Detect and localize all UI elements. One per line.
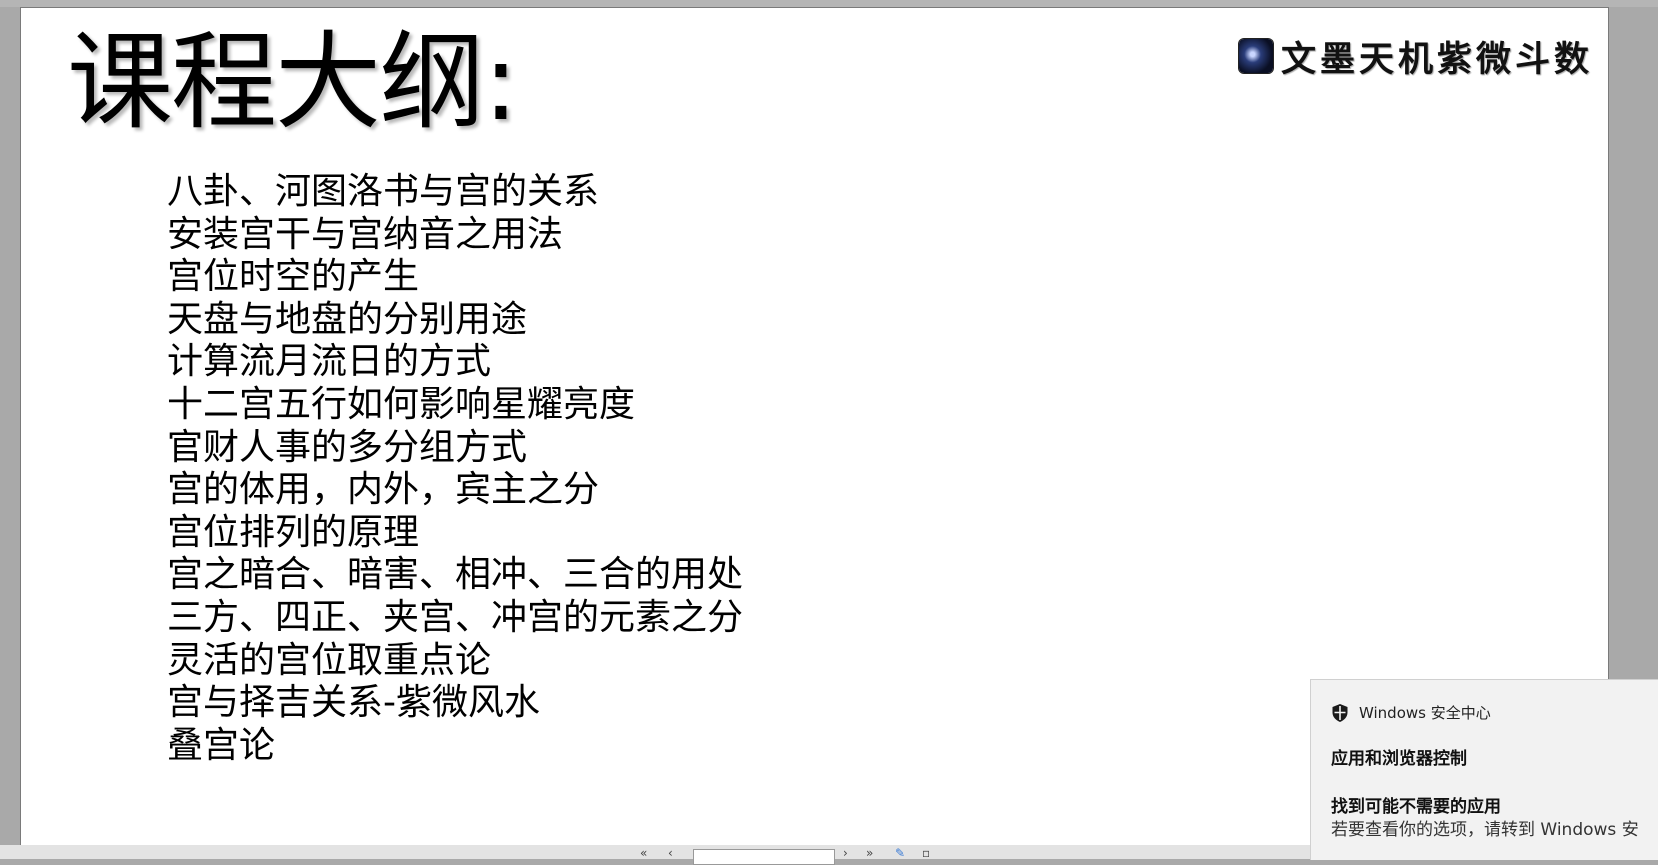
- windows-security-notification[interactable]: Windows 安全中心 应用和浏览器控制 找到可能不需要的应用 若要查看你的选…: [1310, 679, 1658, 860]
- outline-item: 安装宫干与宫纳音之用法: [167, 213, 564, 255]
- edit-icon[interactable]: ✎: [895, 846, 905, 860]
- outline-item: 三方、四正、夹宫、冲宫的元素之分: [167, 596, 744, 638]
- outline-item: 宫与择吉关系-紫微风水: [167, 682, 540, 724]
- outline-item: 天盘与地盘的分别用途: [167, 298, 528, 340]
- outline-item: 叠宫论: [167, 724, 276, 766]
- brand-logo: 文墨天机紫微斗数: [1239, 36, 1593, 80]
- first-page-icon[interactable]: «: [640, 846, 647, 860]
- document-icon[interactable]: ▫: [922, 846, 930, 860]
- notification-heading: 应用和浏览器控制: [1331, 749, 1467, 769]
- outline-item: 宫位排列的原理: [167, 511, 420, 553]
- shield-icon: [1332, 703, 1348, 722]
- previous-page-icon[interactable]: ‹: [668, 846, 673, 860]
- notification-header: Windows 安全中心: [1331, 702, 1491, 723]
- slide-title: 课程大纲:: [67, 21, 519, 144]
- notification-body: 若要查看你的选项，请转到 Windows 安: [1331, 820, 1639, 840]
- page-number-input[interactable]: [693, 849, 835, 865]
- galaxy-logo-icon: [1239, 39, 1273, 73]
- course-outline-list: 八卦、河图洛书与宫的关系 安装宫干与宫纳音之用法 宫位时空的产生 天盘与地盘的分…: [167, 171, 743, 767]
- outline-item: 官财人事的多分组方式: [167, 426, 528, 468]
- outline-item: 灵活的宫位取重点论: [167, 639, 492, 681]
- outline-item: 十二宫五行如何影响星耀亮度: [167, 383, 636, 425]
- logo-text: 文墨天机紫微斗数: [1281, 38, 1594, 80]
- notification-app-name: Windows 安全中心: [1359, 704, 1491, 722]
- next-page-icon[interactable]: ›: [843, 846, 848, 860]
- outline-item: 宫位时空的产生: [167, 256, 420, 298]
- last-page-icon[interactable]: »: [866, 846, 873, 860]
- outline-item: 宫的体用，内外，宾主之分: [167, 469, 600, 511]
- outline-item: 计算流月流日的方式: [167, 341, 492, 383]
- window-top-strip: [0, 0, 1658, 7]
- notification-subheading: 找到可能不需要的应用: [1331, 797, 1501, 817]
- outline-item: 八卦、河图洛书与宫的关系: [167, 171, 600, 212]
- outline-item: 宫之暗合、暗害、相冲、三合的用处: [167, 554, 744, 596]
